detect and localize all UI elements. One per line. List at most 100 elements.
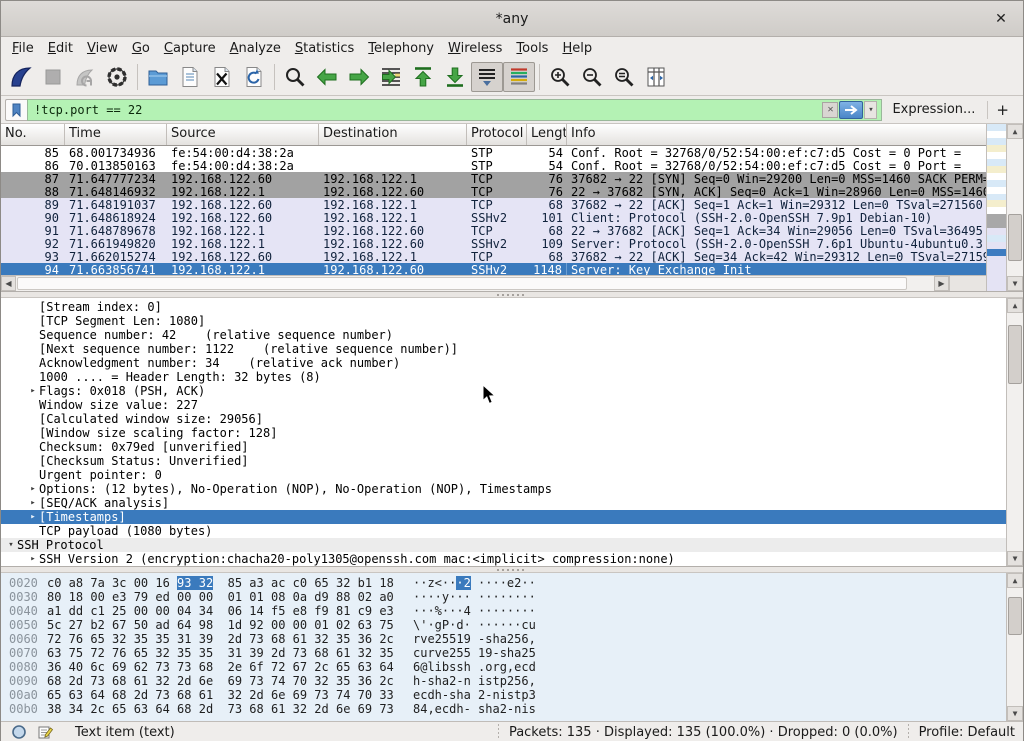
- go-forward-button[interactable]: [343, 62, 375, 92]
- scroll-down-arrow[interactable]: ▼: [1007, 551, 1023, 566]
- packet-minimap[interactable]: [986, 124, 1006, 291]
- hex-row-0050[interactable]: 00505c 27 b2 67 50 ad 64 98 1d 92 00 00 …: [1, 618, 1006, 632]
- close-window-button[interactable]: ✕: [991, 9, 1011, 29]
- stop-capture-button[interactable]: [37, 62, 69, 92]
- zoom-out-button[interactable]: [576, 62, 608, 92]
- packet-row-87[interactable]: 8771.647777234192.168.122.60192.168.122.…: [1, 172, 986, 185]
- expander-collapsed-icon[interactable]: ▸: [27, 512, 39, 522]
- column-header-source[interactable]: Source: [167, 124, 319, 145]
- detail-line[interactable]: Urgent pointer: 0: [1, 468, 1006, 482]
- menu-analyze[interactable]: Analyze: [223, 39, 288, 58]
- resize-columns-button[interactable]: [640, 62, 672, 92]
- detail-line[interactable]: ▸Flags: 0x018 (PSH, ACK): [1, 384, 1006, 398]
- detail-line[interactable]: TCP payload (1080 bytes): [1, 524, 1006, 538]
- hex-bytes[interactable]: 65 63 64 68 2d 73 68 61 32 2d 6e 69 73 7…: [47, 688, 407, 702]
- filter-history-dropdown[interactable]: ▾: [864, 101, 877, 119]
- hscroll-track[interactable]: [16, 276, 934, 291]
- capture-options-button[interactable]: [101, 62, 133, 92]
- go-back-button[interactable]: [311, 62, 343, 92]
- packet-row-89[interactable]: 8971.648191037192.168.122.60192.168.122.…: [1, 198, 986, 211]
- expert-info-button[interactable]: [9, 722, 29, 741]
- detail-line[interactable]: 1000 .... = Header Length: 32 bytes (8): [1, 370, 1006, 384]
- scroll-right-arrow[interactable]: ▶: [934, 276, 949, 291]
- hscroll-thumb[interactable]: [17, 277, 907, 290]
- hex-bytes[interactable]: 38 34 2c 65 63 64 68 2d 73 68 61 32 2d 6…: [47, 702, 407, 716]
- detail-line[interactable]: Window size value: 227: [1, 398, 1006, 412]
- scroll-left-arrow[interactable]: ◀: [1, 276, 16, 291]
- detail-line[interactable]: Checksum: 0x79ed [unverified]: [1, 440, 1006, 454]
- menu-view[interactable]: View: [80, 39, 125, 58]
- expander-collapsed-icon[interactable]: ▸: [27, 554, 39, 564]
- hex-ascii[interactable]: ··z<···2 ····e2··: [407, 576, 536, 590]
- titlebar[interactable]: *any ✕: [1, 1, 1023, 37]
- hex-ascii[interactable]: ····y··· ········: [407, 590, 536, 604]
- details-vscrollbar[interactable]: ▲ ▼: [1006, 298, 1023, 566]
- menu-statistics[interactable]: Statistics: [288, 39, 361, 58]
- hex-ascii[interactable]: rve25519 -sha256,: [407, 632, 536, 646]
- column-header-length[interactable]: Length: [527, 124, 567, 145]
- hex-bytes[interactable]: 68 2d 73 68 61 32 2d 6e 69 73 74 70 32 3…: [47, 674, 407, 688]
- scroll-down-arrow[interactable]: ▼: [1007, 706, 1023, 721]
- packet-list-hscrollbar[interactable]: ◀ ▶: [1, 275, 986, 291]
- hex-row-00b0[interactable]: 00b038 34 2c 65 63 64 68 2d 73 68 61 32 …: [1, 702, 1006, 716]
- vscroll-thumb[interactable]: [1008, 214, 1022, 261]
- vscroll-thumb[interactable]: [1008, 597, 1022, 635]
- menu-help[interactable]: Help: [555, 39, 599, 58]
- column-header-info[interactable]: Info: [567, 124, 986, 145]
- scroll-up-arrow[interactable]: ▲: [1007, 298, 1023, 313]
- hex-dump[interactable]: 0020c0 a8 7a 3c 00 16 93 32 85 a3 ac c0 …: [1, 573, 1006, 721]
- hex-ascii[interactable]: \'·gP·d· ······cu: [407, 618, 536, 632]
- open-file-button[interactable]: [142, 62, 174, 92]
- hex-bytes[interactable]: 63 75 72 76 65 32 35 35 31 39 2d 73 68 6…: [47, 646, 407, 660]
- hex-row-0090[interactable]: 009068 2d 73 68 61 32 2d 6e 69 73 74 70 …: [1, 674, 1006, 688]
- detail-line[interactable]: [Stream index: 0]: [1, 300, 1006, 314]
- colorize-button[interactable]: [503, 62, 535, 92]
- menu-go[interactable]: Go: [125, 39, 157, 58]
- hex-row-0030[interactable]: 003080 18 00 e3 79 ed 00 00 01 01 08 0a …: [1, 590, 1006, 604]
- hex-ascii[interactable]: ecdh-sha 2-nistp3: [407, 688, 536, 702]
- expander-expanded-icon[interactable]: ▾: [5, 540, 17, 550]
- hex-ascii[interactable]: ···%···4 ········: [407, 604, 536, 618]
- hex-bytes[interactable]: a1 dd c1 25 00 00 04 34 06 14 f5 e8 f9 8…: [47, 604, 407, 618]
- packet-row-94[interactable]: 9471.663856741192.168.122.1192.168.122.6…: [1, 263, 986, 275]
- filter-input[interactable]: !tcp.port == 22 ✕ ▾: [27, 99, 882, 121]
- expander-collapsed-icon[interactable]: ▸: [27, 498, 39, 508]
- filter-apply-button[interactable]: [839, 101, 863, 119]
- packet-list-vscrollbar[interactable]: ▲ ▼: [1006, 124, 1023, 291]
- detail-line[interactable]: ▸Options: (12 bytes), No-Operation (NOP)…: [1, 482, 1006, 496]
- column-header-no[interactable]: No.: [1, 124, 65, 145]
- hex-ascii[interactable]: curve255 19-sha25: [407, 646, 536, 660]
- vscroll-track[interactable]: [1007, 313, 1023, 551]
- packet-row-93[interactable]: 9371.662015274192.168.122.60192.168.122.…: [1, 250, 986, 263]
- hex-row-0060[interactable]: 006072 76 65 32 35 35 31 39 2d 73 68 61 …: [1, 632, 1006, 646]
- hex-bytes[interactable]: 72 76 65 32 35 35 31 39 2d 73 68 61 32 3…: [47, 632, 407, 646]
- profile-label[interactable]: Profile: Default: [919, 725, 1015, 740]
- hex-bytes[interactable]: 36 40 6c 69 62 73 73 68 2e 6f 72 67 2c 6…: [47, 660, 407, 674]
- detail-line[interactable]: ▸[Timestamps]: [1, 510, 1006, 524]
- find-packet-button[interactable]: [279, 62, 311, 92]
- menu-wireless[interactable]: Wireless: [441, 39, 509, 58]
- column-header-time[interactable]: Time: [65, 124, 167, 145]
- detail-line[interactable]: [Window size scaling factor: 128]: [1, 426, 1006, 440]
- wireshark-start-button[interactable]: [5, 62, 37, 92]
- hex-row-00a0[interactable]: 00a065 63 64 68 2d 73 68 61 32 2d 6e 69 …: [1, 688, 1006, 702]
- detail-line[interactable]: [Calculated window size: 29056]: [1, 412, 1006, 426]
- expander-collapsed-icon[interactable]: ▸: [27, 386, 39, 396]
- hex-row-0080[interactable]: 008036 40 6c 69 62 73 73 68 2e 6f 72 67 …: [1, 660, 1006, 674]
- packet-row-90[interactable]: 9071.648618924192.168.122.60192.168.122.…: [1, 211, 986, 224]
- detail-line[interactable]: [TCP Segment Len: 1080]: [1, 314, 1006, 328]
- detail-line[interactable]: [Next sequence number: 1122 (relative se…: [1, 342, 1006, 356]
- detail-line[interactable]: ▾SSH Protocol: [1, 538, 1006, 552]
- hex-ascii[interactable]: 6@libssh .org,ecd: [407, 660, 536, 674]
- hex-ascii[interactable]: h-sha2-n istp256,: [407, 674, 536, 688]
- menu-capture[interactable]: Capture: [157, 39, 223, 58]
- menu-telephony[interactable]: Telephony: [361, 39, 441, 58]
- go-to-packet-button[interactable]: [375, 62, 407, 92]
- column-header-destination[interactable]: Destination: [319, 124, 467, 145]
- detail-line[interactable]: Sequence number: 42 (relative sequence n…: [1, 328, 1006, 342]
- filter-clear-button[interactable]: ✕: [822, 102, 838, 118]
- column-header-protocol[interactable]: Protocol: [467, 124, 527, 145]
- hex-bytes[interactable]: 5c 27 b2 67 50 ad 64 98 1d 92 00 00 01 0…: [47, 618, 407, 632]
- restart-capture-button[interactable]: [69, 62, 101, 92]
- scroll-down-arrow[interactable]: ▼: [1007, 276, 1023, 291]
